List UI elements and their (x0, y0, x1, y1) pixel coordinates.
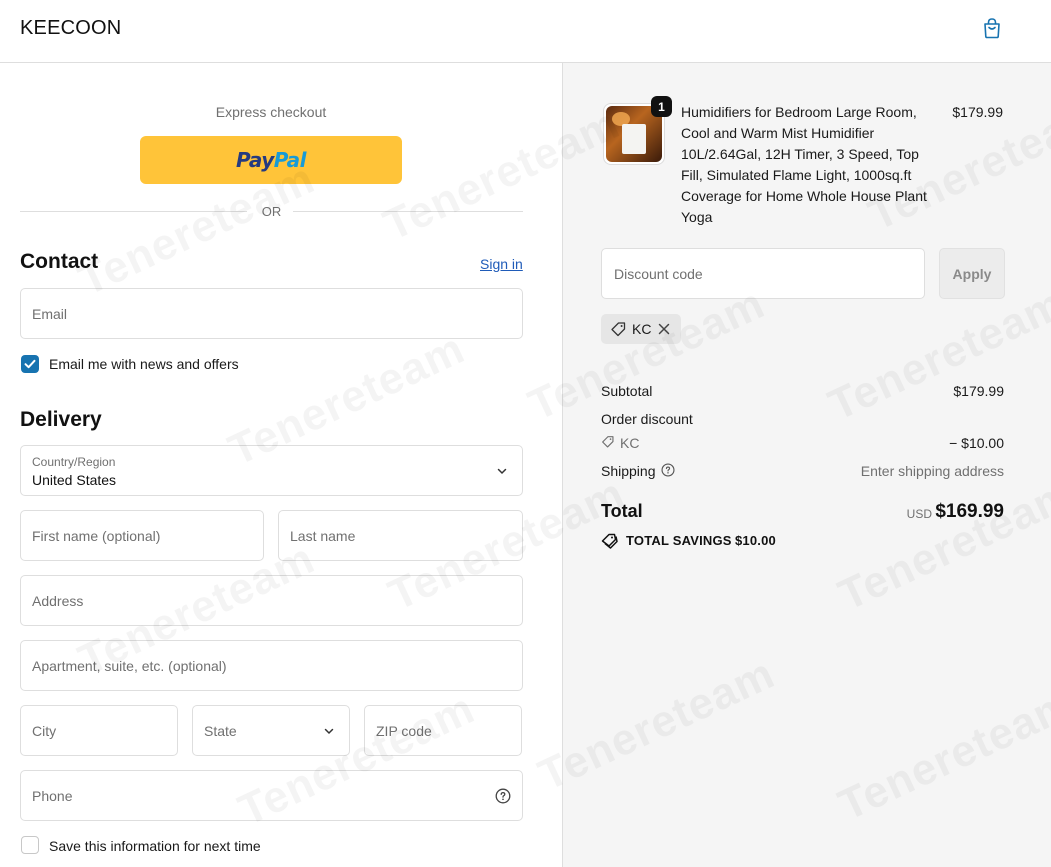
paypal-button[interactable]: PayPal (140, 136, 402, 184)
or-text: OR (261, 204, 282, 219)
save-info-label: Save this information for next time (49, 838, 261, 854)
email-field[interactable]: Email (20, 288, 523, 339)
apply-button[interactable]: Apply (939, 248, 1005, 299)
city-field[interactable]: City (20, 705, 178, 756)
express-checkout-label: Express checkout (215, 104, 327, 120)
chevron-down-icon (324, 728, 334, 734)
subtotal-label: Subtotal (601, 383, 653, 399)
discount-value: − $10.00 (949, 435, 1004, 451)
last-name-field[interactable]: Last name (278, 510, 523, 561)
savings-tag-icon (601, 533, 618, 549)
remove-code-icon[interactable] (658, 323, 670, 335)
quantity-badge: 1 (651, 96, 672, 117)
product-price: $179.99 (952, 104, 1003, 120)
country-value: United States (32, 472, 117, 488)
or-divider: OR (20, 203, 523, 221)
store-logo[interactable]: KEECOON (20, 17, 121, 40)
discount-placeholder: Discount code (614, 266, 703, 282)
paypal-logo: PayPal (235, 148, 307, 172)
applied-discount-chip: KC (601, 314, 681, 344)
last-name-placeholder: Last name (290, 527, 356, 544)
state-placeholder: State (204, 722, 237, 739)
order-summary: 1 Humidifiers for Bedroom Large Room, Co… (562, 63, 1051, 867)
city-placeholder: City (32, 722, 57, 739)
chevron-down-icon (497, 468, 507, 474)
email-placeholder: Email (32, 305, 68, 322)
discount-code-input[interactable]: Discount code (601, 248, 925, 299)
first-name-placeholder: First name (optional) (32, 527, 161, 544)
zip-placeholder: ZIP code (376, 722, 432, 739)
phone-field[interactable]: Phone (20, 770, 523, 821)
applied-code-text: KC (632, 321, 652, 337)
first-name-field[interactable]: First name (optional) (20, 510, 264, 561)
zip-field[interactable]: ZIP code (364, 705, 522, 756)
tag-icon (602, 436, 614, 448)
state-select[interactable]: State (192, 705, 350, 756)
newsletter-checkbox[interactable] (21, 355, 39, 373)
tag-icon (611, 322, 626, 337)
total-value: $169.99 (935, 501, 1004, 522)
country-select[interactable]: Country/Region United States (20, 445, 523, 496)
shipping-value: Enter shipping address (860, 463, 1004, 479)
savings-label: TOTAL SAVINGS (626, 533, 732, 548)
order-discount-label: Order discount (601, 411, 693, 427)
help-circle-icon[interactable] (495, 788, 511, 804)
contact-title: Contact (20, 250, 99, 273)
country-label: Country/Region (32, 455, 116, 469)
newsletter-label: Email me with news and offers (49, 356, 239, 372)
help-circle-icon[interactable] (661, 463, 675, 477)
shipping-label: Shipping (601, 463, 656, 479)
savings-value: $10.00 (735, 533, 776, 548)
discount-code-label: KC (620, 435, 640, 451)
address-placeholder: Address (32, 592, 84, 609)
delivery-title: Delivery (20, 408, 102, 431)
product-name: Humidifiers for Bedroom Large Room, Cool… (681, 104, 927, 225)
checkout-form: Express checkout PayPal OR Contact Sign … (0, 63, 562, 867)
apartment-placeholder: Apartment, suite, etc. (optional) (32, 657, 227, 674)
subtotal-value: $179.99 (953, 383, 1004, 399)
address-field[interactable]: Address (20, 575, 523, 626)
save-info-checkbox[interactable] (21, 836, 39, 854)
header: KEECOON (0, 0, 1051, 63)
total-currency: USD (906, 507, 932, 521)
total-label: Total (601, 501, 643, 521)
shopping-bag-icon[interactable] (981, 17, 1003, 39)
sign-in-link[interactable]: Sign in (480, 256, 523, 272)
phone-placeholder: Phone (32, 787, 73, 804)
apartment-field[interactable]: Apartment, suite, etc. (optional) (20, 640, 523, 691)
checkmark-icon (24, 359, 36, 369)
